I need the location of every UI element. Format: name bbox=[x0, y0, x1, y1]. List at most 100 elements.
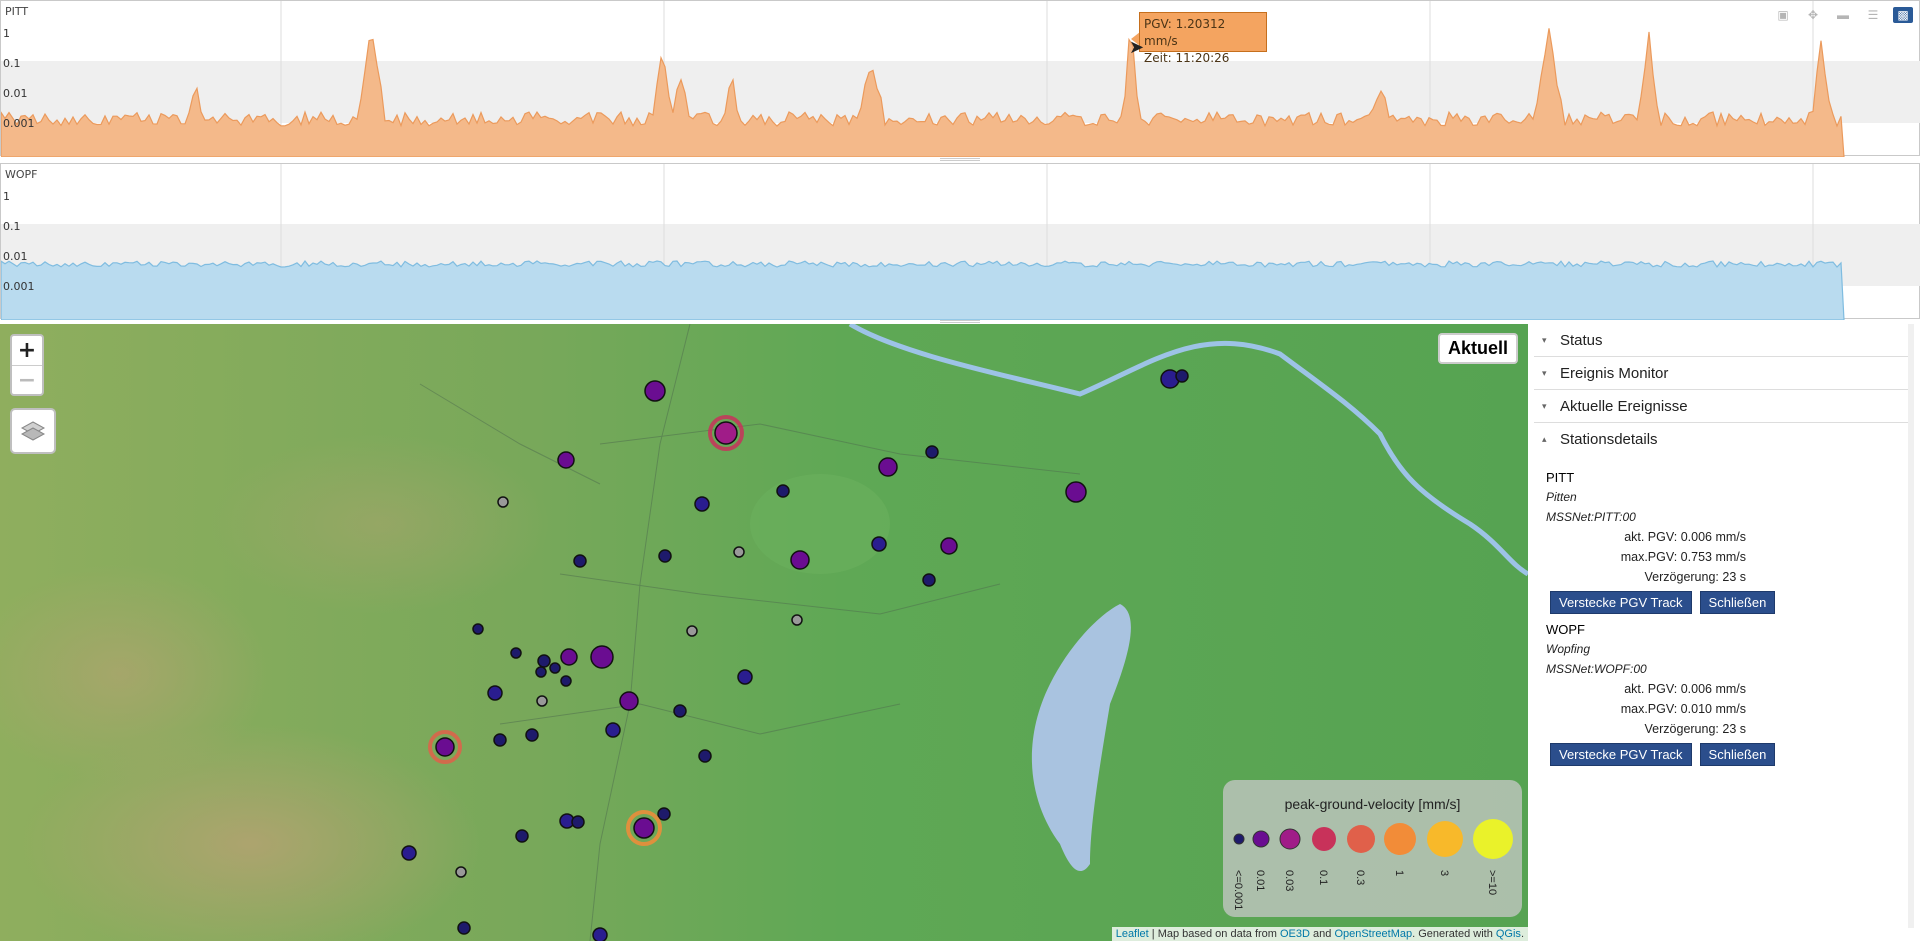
legend-tick-label: 3 bbox=[1438, 870, 1450, 876]
station-marker[interactable] bbox=[940, 537, 958, 555]
station-marker[interactable] bbox=[871, 536, 887, 552]
osm-link[interactable]: OpenStreetMap bbox=[1334, 928, 1412, 940]
station-marker[interactable] bbox=[737, 669, 753, 685]
station-marker[interactable] bbox=[673, 704, 687, 718]
station-marker[interactable] bbox=[790, 550, 810, 570]
side-panel: ▾ Status ▾ Ereignis Monitor ▾ Aktuelle E… bbox=[1534, 324, 1914, 928]
close-station-button[interactable]: Schließen bbox=[1699, 743, 1776, 766]
station-marker[interactable] bbox=[592, 927, 608, 941]
station-marker[interactable] bbox=[776, 484, 790, 498]
accordion-aktuelle-ereignisse[interactable]: ▾ Aktuelle Ereignisse bbox=[1534, 390, 1914, 423]
accordion-title: Stationsdetails bbox=[1560, 431, 1658, 448]
station-marker[interactable] bbox=[1175, 369, 1189, 383]
pan-icon[interactable]: ✥ bbox=[1803, 7, 1823, 23]
station-marker[interactable] bbox=[435, 737, 455, 757]
station-marker[interactable] bbox=[557, 451, 575, 469]
station-marker[interactable] bbox=[714, 421, 738, 445]
plot-resize-handle[interactable] bbox=[940, 320, 980, 323]
station-marker[interactable] bbox=[698, 749, 712, 763]
station-marker[interactable] bbox=[487, 685, 503, 701]
station-marker[interactable] bbox=[537, 654, 551, 668]
station-marker[interactable] bbox=[619, 691, 639, 711]
compare-icon[interactable]: ☰ bbox=[1863, 7, 1883, 23]
caret-icon: ▴ bbox=[1542, 434, 1547, 444]
station-marker[interactable] bbox=[515, 829, 529, 843]
station-marker[interactable] bbox=[733, 546, 745, 558]
legend-swatch bbox=[1427, 821, 1463, 857]
station-code: PITT bbox=[1546, 470, 1575, 485]
layers-icon bbox=[20, 421, 46, 441]
accordion-title: Aktuelle Ereignisse bbox=[1560, 397, 1688, 415]
zoom-out-button[interactable]: − bbox=[12, 366, 42, 395]
station-network-id: MSSNet:PITT:00 bbox=[1546, 510, 1636, 524]
caret-icon: ▾ bbox=[1542, 334, 1547, 345]
delay: Verzögerung: 23 s bbox=[1644, 570, 1746, 584]
ytick-label: 0.1 bbox=[3, 57, 21, 70]
accordion-ereignis-monitor[interactable]: ▾ Ereignis Monitor bbox=[1534, 357, 1914, 390]
plot-modebar: ▣ ✥ ▬ ☰ ▩ bbox=[1773, 7, 1913, 23]
zoom-icon[interactable]: ▬ bbox=[1833, 7, 1853, 23]
station-marker[interactable] bbox=[922, 573, 936, 587]
hide-pgv-track-button[interactable]: Verstecke PGV Track bbox=[1550, 591, 1692, 614]
zoom-in-button[interactable]: + bbox=[12, 336, 42, 365]
leaflet-link[interactable]: Leaflet bbox=[1116, 928, 1149, 940]
layers-button[interactable] bbox=[10, 408, 56, 454]
ytick-label: 0.001 bbox=[3, 280, 35, 293]
station-marker[interactable] bbox=[1065, 481, 1087, 503]
station-marker[interactable] bbox=[560, 648, 578, 666]
close-station-button[interactable]: Schließen bbox=[1699, 591, 1776, 614]
station-marker[interactable] bbox=[536, 695, 548, 707]
legend-scale: <=0.001 0.01 0.03 0.1 0.3 1 3 >=10 bbox=[1232, 819, 1513, 910]
station-marker[interactable] bbox=[658, 549, 672, 563]
station-marker[interactable] bbox=[549, 662, 561, 674]
ytick-label: 0.1 bbox=[3, 220, 21, 233]
panel-scrollbar[interactable] bbox=[1908, 324, 1914, 928]
hover-tooltip: PGV: 1.20312 mm/s Zeit: 11:20:26 bbox=[1139, 12, 1267, 65]
station-network-id: MSSNet:WOPF:00 bbox=[1546, 662, 1647, 676]
wopf-pgv-plot[interactable]: WOPF 1 0.1 0.01 0.001 bbox=[0, 163, 1920, 320]
station-marker[interactable] bbox=[472, 623, 484, 635]
accordion-status[interactable]: ▾ Status bbox=[1534, 324, 1914, 357]
legend-tick-label: 0.01 bbox=[1254, 870, 1266, 891]
hide-pgv-track-button[interactable]: Verstecke PGV Track bbox=[1550, 743, 1692, 766]
camera-icon[interactable]: ▣ bbox=[1773, 7, 1793, 23]
qgis-link[interactable]: QGis bbox=[1496, 928, 1521, 940]
aktuell-label: Aktuell bbox=[1437, 333, 1518, 364]
station-marker[interactable] bbox=[497, 496, 509, 508]
station-marker[interactable] bbox=[560, 675, 572, 687]
station-marker[interactable] bbox=[644, 380, 666, 402]
legend-swatch bbox=[1384, 823, 1416, 855]
chart-icon[interactable]: ▩ bbox=[1893, 7, 1913, 23]
station-marker[interactable] bbox=[525, 728, 539, 742]
station-marker[interactable] bbox=[878, 457, 898, 477]
legend-tick-label: 1 bbox=[1393, 870, 1405, 876]
legend-swatch bbox=[1279, 828, 1301, 850]
legend-tick-label: 0.3 bbox=[1354, 870, 1366, 885]
plot-resize-handle[interactable] bbox=[940, 158, 980, 161]
ytick-label: 1 bbox=[3, 27, 10, 40]
station-marker[interactable] bbox=[510, 647, 522, 659]
station-marker[interactable] bbox=[694, 496, 710, 512]
station-marker[interactable] bbox=[573, 554, 587, 568]
station-marker[interactable] bbox=[571, 815, 585, 829]
station-map[interactable]: + − Aktuell peak-ground-velocity [mm/s] … bbox=[0, 324, 1528, 941]
wopf-pgv-track bbox=[1, 260, 1845, 320]
station-marker[interactable] bbox=[455, 866, 467, 878]
station-marker[interactable] bbox=[686, 625, 698, 637]
accordion-stationsdetails[interactable]: ▴ Stationsdetails bbox=[1534, 423, 1914, 456]
legend-tick-label: 0.03 bbox=[1283, 870, 1295, 891]
pitt-pgv-plot[interactable]: PITT 1 0.1 0.01 0.001 ▣ ✥ ▬ ☰ ▩ PGV: 1.2… bbox=[0, 0, 1920, 157]
station-marker[interactable] bbox=[657, 807, 671, 821]
ytick-label: 0.01 bbox=[3, 250, 28, 263]
station-marker[interactable] bbox=[535, 666, 547, 678]
legend-tick-label: <=0.001 bbox=[1232, 870, 1244, 910]
station-marker[interactable] bbox=[605, 722, 621, 738]
oe3d-link[interactable]: OE3D bbox=[1280, 928, 1310, 940]
station-marker[interactable] bbox=[457, 921, 471, 935]
station-marker[interactable] bbox=[633, 817, 655, 839]
station-marker[interactable] bbox=[791, 614, 803, 626]
station-marker[interactable] bbox=[401, 845, 417, 861]
station-marker[interactable] bbox=[925, 445, 939, 459]
station-marker[interactable] bbox=[590, 645, 614, 669]
station-marker[interactable] bbox=[493, 733, 507, 747]
